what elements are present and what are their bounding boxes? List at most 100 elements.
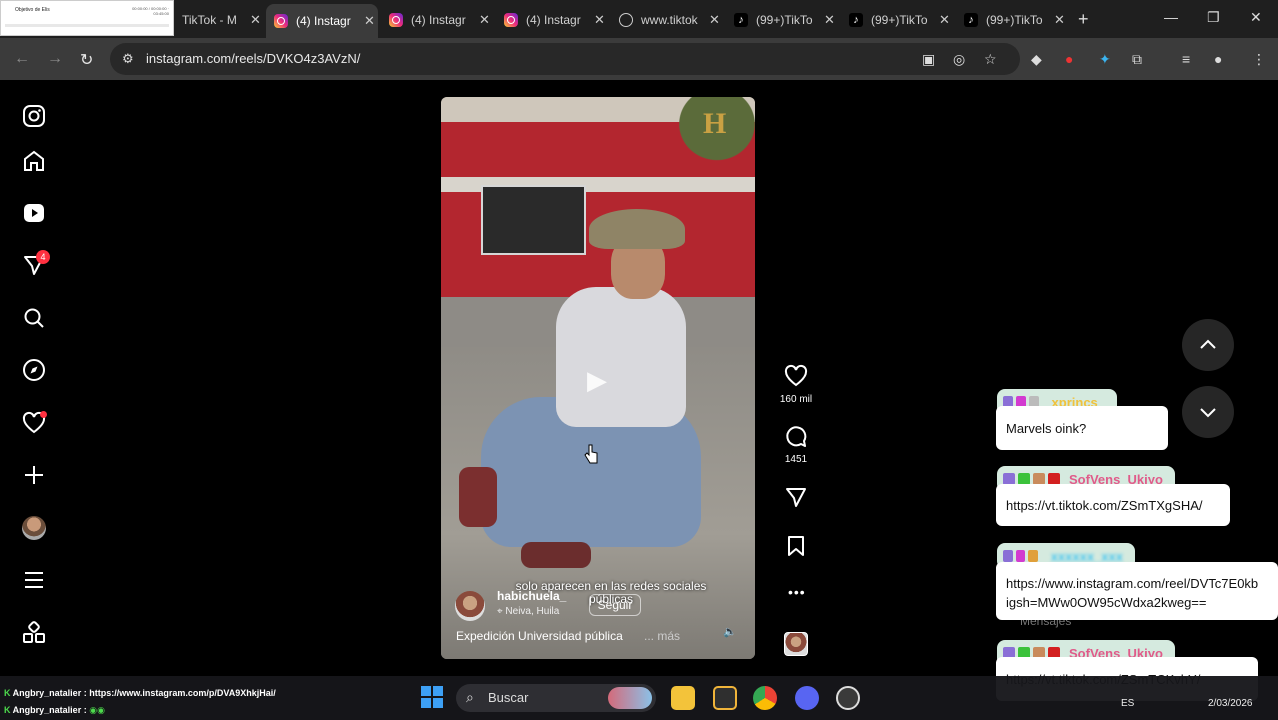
- close-icon[interactable]: ✕: [1054, 12, 1065, 28]
- chat-badge-icon: [1003, 550, 1013, 562]
- tab-tiktok-1[interactable]: ♪ (99+)TikTo ✕: [726, 6, 835, 34]
- close-icon[interactable]: ✕: [479, 12, 490, 28]
- minimize-icon[interactable]: —: [1164, 9, 1178, 25]
- tab-instagram-3[interactable]: (4) Instagr ✕: [496, 6, 605, 34]
- reel-video[interactable]: H ▶ solo aparecen en las redes sociales …: [441, 97, 755, 659]
- volume-icon[interactable]: 🔈: [723, 625, 737, 638]
- obs-icon[interactable]: [836, 686, 860, 710]
- hand-cursor-icon: [584, 444, 598, 464]
- taskbar-search[interactable]: ⌕ Buscar: [456, 684, 656, 712]
- language-indicator[interactable]: ES: [1121, 698, 1134, 709]
- site-info-icon[interactable]: ⚙: [122, 51, 134, 67]
- location-text: Neiva, Huila: [505, 606, 560, 617]
- tab-tiktok-3[interactable]: ♪ (99+)TikTo ✕: [956, 6, 1065, 34]
- search-icon[interactable]: [22, 306, 46, 330]
- caption-more-link[interactable]: ... más: [644, 629, 680, 643]
- url-text[interactable]: instagram.com/reels/DVKO4z3AVzN/: [146, 51, 360, 66]
- restore-icon[interactable]: ❐: [1207, 9, 1220, 26]
- bookmark-star-icon[interactable]: ☆: [984, 51, 997, 68]
- close-icon[interactable]: ✕: [364, 13, 375, 29]
- extension-1-icon[interactable]: ◆: [1031, 51, 1042, 68]
- next-reel-button[interactable]: [1182, 386, 1234, 438]
- chat-badge-icon: [1015, 550, 1026, 562]
- notification-dot: [40, 411, 47, 418]
- tab-title: (4) Instagr: [296, 14, 351, 28]
- tab-instagram-2[interactable]: (4) Instagr ✕: [381, 6, 490, 34]
- tab-title: (99+)TikTo: [756, 13, 813, 27]
- chat-message-bubble: Marvels oink?: [996, 406, 1168, 450]
- close-icon[interactable]: ✕: [250, 12, 261, 28]
- explore-icon[interactable]: [22, 358, 46, 382]
- browser-tab-bar: Objetivo de Elis 00:00:00 / 00:00:00 · 0…: [0, 0, 1278, 38]
- close-icon[interactable]: ✕: [594, 12, 605, 28]
- chat-message-bubble: https://vt.tiktok.com/ZSmTXgSHA/: [996, 484, 1230, 526]
- thumbnail-progress: [5, 24, 169, 27]
- location-label[interactable]: ⌖ Neiva, Huila: [497, 606, 559, 617]
- video-shoe: [459, 467, 497, 527]
- chat-message-text: https://www.instagram.com/reel/DVTc7E0kb: [1006, 576, 1259, 591]
- eye-off-icon[interactable]: ◎: [953, 51, 965, 68]
- tab-title: TikTok - M: [182, 13, 237, 27]
- video-person-shirt: [556, 287, 686, 427]
- reload-icon[interactable]: ↻: [80, 50, 93, 70]
- chat-message-bubble: https://www.instagram.com/reel/DVTc7E0kb…: [996, 562, 1278, 620]
- extension-3-icon[interactable]: ✦: [1099, 51, 1111, 68]
- instagram-logo-icon[interactable]: [22, 104, 46, 128]
- notification-badge: 4: [36, 250, 50, 264]
- author-avatar[interactable]: [455, 591, 485, 621]
- reels-icon[interactable]: [22, 201, 46, 225]
- more-icon[interactable]: [22, 568, 46, 592]
- tiktok-icon: ♪: [734, 13, 748, 27]
- like-icon[interactable]: [784, 364, 808, 388]
- tab-title: (4) Instagr: [526, 13, 581, 27]
- tab-title: www.tiktok: [641, 13, 698, 27]
- close-icon[interactable]: ✕: [824, 12, 835, 28]
- more-options-icon[interactable]: •••: [788, 584, 806, 600]
- close-icon[interactable]: ✕: [709, 12, 720, 28]
- close-icon[interactable]: ✕: [939, 12, 950, 28]
- discord-icon[interactable]: [795, 686, 819, 710]
- follow-button[interactable]: Seguir: [589, 594, 641, 616]
- tab-instagram-active[interactable]: (4) Instagr ✕: [266, 4, 378, 38]
- search-placeholder: Buscar: [488, 690, 529, 705]
- tab-tiktok-2[interactable]: ♪ (99+)TikTo ✕: [841, 6, 950, 34]
- previous-reel-button[interactable]: [1182, 319, 1234, 371]
- create-icon[interactable]: [22, 463, 46, 487]
- chevron-up-icon: [1200, 339, 1216, 349]
- profile-avatar-icon[interactable]: ●: [1214, 51, 1222, 67]
- profile-avatar[interactable]: [22, 516, 46, 540]
- overlay-chat-line: K Angbry_natalier : ◉◉: [4, 705, 105, 715]
- instagram-icon: [274, 14, 288, 28]
- thumbnail-meta: 00:00:00 / 00:00:00 · 03:45:00: [132, 6, 169, 16]
- home-icon[interactable]: [22, 149, 46, 173]
- address-bar[interactable]: ⚙ instagram.com/reels/DVKO4z3AVzN/ ▣ ◎ ☆: [110, 43, 1020, 75]
- app-icon[interactable]: [713, 686, 737, 710]
- install-app-icon[interactable]: ▣: [922, 51, 935, 68]
- tab-tiktok-m[interactable]: TikTok - M ✕: [176, 6, 261, 34]
- close-window-icon[interactable]: ✕: [1250, 9, 1262, 26]
- media-controls-icon[interactable]: ≡: [1182, 51, 1190, 67]
- extension-2-icon[interactable]: ●: [1065, 51, 1073, 67]
- save-icon[interactable]: [784, 534, 808, 558]
- share-icon[interactable]: [784, 485, 808, 509]
- extensions-icon[interactable]: ⧉: [1132, 51, 1142, 68]
- windows-start-icon[interactable]: [421, 686, 443, 708]
- also-from-meta-icon[interactable]: [22, 621, 46, 645]
- tab-tiktok-www[interactable]: www.tiktok ✕: [611, 6, 720, 34]
- forward-icon[interactable]: →: [47, 50, 63, 68]
- search-highlight-icon: [608, 687, 652, 709]
- watermark-logo: H: [703, 107, 727, 140]
- comment-icon[interactable]: [784, 425, 808, 449]
- file-explorer-icon[interactable]: [671, 686, 695, 710]
- back-icon[interactable]: ←: [14, 50, 30, 68]
- audio-thumbnail[interactable]: [784, 632, 808, 656]
- chrome-icon[interactable]: [753, 686, 777, 710]
- chat-badge-icon: [1028, 550, 1038, 562]
- reel-caption: Expedición Universidad pública: [456, 629, 623, 643]
- play-icon[interactable]: ▶: [587, 365, 607, 396]
- clock-date[interactable]: 2/03/2026: [1208, 698, 1253, 709]
- author-name[interactable]: habichuela_: [497, 589, 566, 603]
- new-tab-icon[interactable]: +: [1078, 9, 1089, 30]
- overlay-message: https://www.instagram.com/p/DVA9XhkjHai/: [89, 688, 276, 698]
- menu-dots-icon[interactable]: ⋮: [1252, 51, 1266, 68]
